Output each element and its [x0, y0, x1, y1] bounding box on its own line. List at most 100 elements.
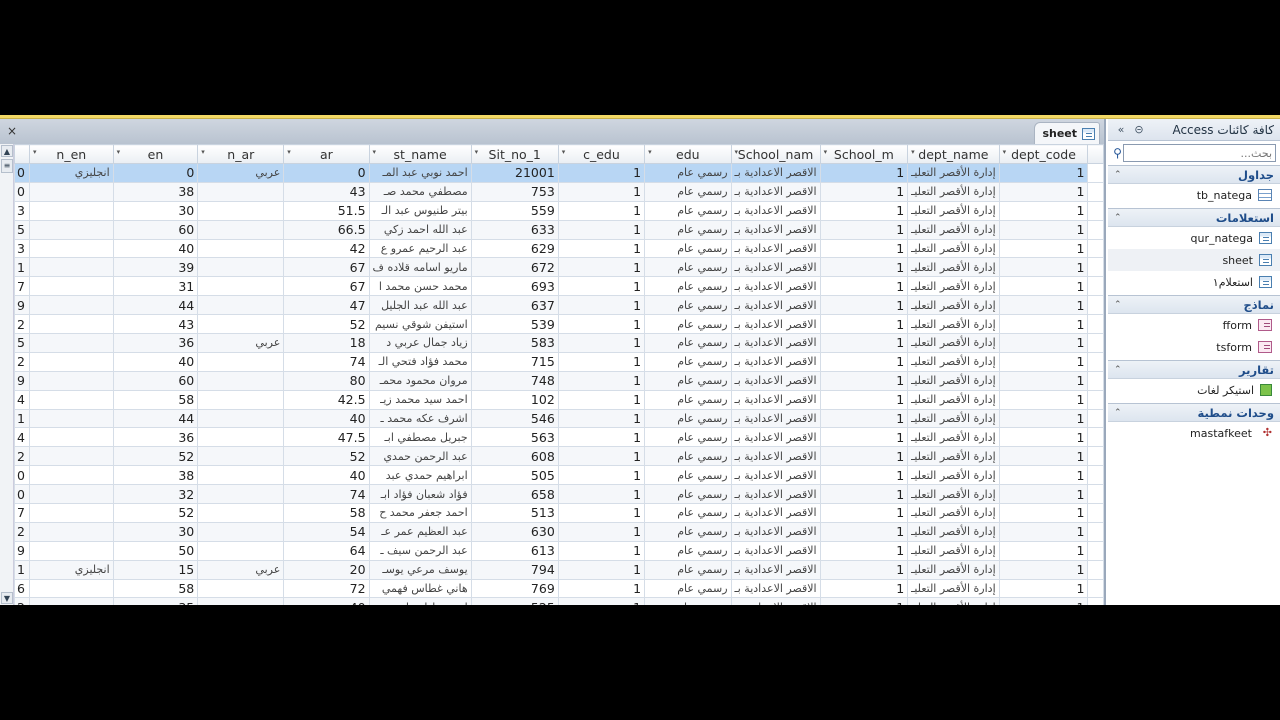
cell-School_m[interactable]: 1: [819, 238, 909, 259]
cell-School_nam[interactable]: الاقصر الاعدادية بـ: [730, 370, 821, 391]
cell-dept_code[interactable]: 1: [998, 427, 1089, 448]
cell-dept_name[interactable]: إدارة الأقصر التعليـ: [907, 446, 1000, 467]
table-row[interactable]: 9 44 47 عبد الله عبد الجليل 637 1 رسمي عام الاق…: [14, 295, 1104, 316]
cell-dept_name[interactable]: إدارة الأقصر التعليـ: [907, 408, 1000, 429]
table-row[interactable]: 2 30 54 عبد العظيم عمر عـ 630 1 رسمي عام الاقصر…: [14, 521, 1104, 542]
cell-School_nam[interactable]: الاقصر الاعدادية بـ: [730, 181, 821, 202]
nav-item[interactable]: استعلام١: [1108, 271, 1280, 293]
cell-Sit_no_1[interactable]: 559: [470, 200, 559, 221]
cell-edu[interactable]: رسمي عام: [644, 408, 732, 429]
cell-School_m[interactable]: 1: [819, 597, 909, 605]
cell-ar[interactable]: 54: [283, 521, 370, 542]
cell-st_name[interactable]: عبد الله احمد زكي: [368, 219, 472, 240]
cell-dept_name[interactable]: إدارة الأقصر التعليـ: [907, 389, 1000, 410]
cell-c_edu[interactable]: 1: [557, 314, 646, 335]
column-header-st_name[interactable]: ▾ st_name: [368, 144, 472, 164]
cell-n_en[interactable]: [28, 219, 114, 240]
cell-dept_name[interactable]: إدارة الأقصر التعليـ: [907, 559, 1000, 580]
cell-n_ar[interactable]: [197, 503, 285, 523]
cell-partial[interactable]: 1: [14, 408, 30, 429]
cell-dept_code[interactable]: 1: [998, 446, 1089, 467]
table-row[interactable]: 23540احمد عادل علي5251رسمي عامالاقصر الا…: [14, 597, 1104, 605]
cell-n_en[interactable]: [28, 465, 114, 486]
cell-Sit_no_1[interactable]: 693: [470, 276, 559, 297]
column-header-School_nam[interactable]: ▾ School_nam: [730, 144, 821, 164]
table-row[interactable]: 0 انجليزي 0 عربي 0 احمد نوبي عبد المـ 21001 1 رس…: [14, 163, 1104, 183]
table-row[interactable]: 9 60 80 مروان محمود محمـ 748 1 رسمي عام الاقصر …: [14, 370, 1104, 391]
table-row[interactable]: 5 36 عربي 18 زياد جمال عربي د 583 1 رسمي عام الا…: [14, 333, 1104, 353]
cell-School_m[interactable]: 1: [819, 351, 909, 372]
nav-menu-dropdown-icon[interactable]: ⊝: [1132, 123, 1146, 136]
column-header-n_ar[interactable]: ▾ n_ar: [197, 144, 285, 164]
cell-Sit_no_1[interactable]: 715: [470, 351, 559, 372]
table-row[interactable]: 0 38 43 مصطفي محمد صـ 753 1 رسمي عام الاقصر الا…: [14, 181, 1104, 202]
table-row[interactable]: 9 50 64 عبد الرحمن سيف ـ 613 1 رسمي عام الاقصر …: [14, 540, 1104, 561]
cell-en[interactable]: 39: [112, 257, 199, 278]
table-row[interactable]: 5 60 66.5 عبد الله احمد زكي 633 1 رسمي عام الاق…: [14, 219, 1104, 240]
cell-n_ar[interactable]: [197, 200, 285, 221]
cell-en[interactable]: 15: [112, 559, 199, 580]
cell-n_en[interactable]: [28, 257, 114, 278]
cell-partial[interactable]: 7: [14, 503, 30, 523]
cell-Sit_no_1[interactable]: 525: [470, 597, 559, 605]
column-header-ar[interactable]: ▾ ar: [283, 144, 370, 164]
cell-ar[interactable]: 64: [283, 540, 370, 561]
cell-n_ar[interactable]: [197, 578, 285, 599]
cell-en[interactable]: 58: [112, 389, 199, 410]
cell-c_edu[interactable]: 1: [557, 597, 646, 605]
cell-n_ar[interactable]: عربي: [197, 333, 285, 353]
cell-School_nam[interactable]: الاقصر الاعدادية بـ: [730, 446, 821, 467]
cell-n_ar[interactable]: [197, 314, 285, 335]
cell-st_name[interactable]: ابراهيم حمدي عبد: [368, 465, 472, 486]
cell-c_edu[interactable]: 1: [557, 578, 646, 599]
cell-n_ar[interactable]: [197, 257, 285, 278]
search-input[interactable]: [1123, 144, 1276, 162]
cell-c_edu[interactable]: 1: [557, 559, 646, 580]
cell-Sit_no_1[interactable]: 608: [470, 446, 559, 467]
close-document-button[interactable]: ×: [5, 124, 19, 138]
cell-School_m[interactable]: 1: [819, 163, 909, 183]
cell-partial[interactable]: 9: [14, 370, 30, 391]
cell-n_ar[interactable]: [197, 238, 285, 259]
cell-Sit_no_1[interactable]: 769: [470, 578, 559, 599]
cell-School_nam[interactable]: الاقصر الاعدادية بـ: [730, 200, 821, 221]
vertical-scrollbar[interactable]: ▲ ≡ ▼: [0, 144, 14, 605]
cell-en[interactable]: 60: [112, 370, 199, 391]
column-dropdown-icon[interactable]: ▾: [1003, 148, 1007, 156]
cell-edu[interactable]: رسمي عام: [644, 427, 732, 448]
cell-School_nam[interactable]: الاقصر الاعدادية بـ: [730, 314, 821, 335]
column-dropdown-icon[interactable]: ▾: [287, 148, 291, 156]
cell-en[interactable]: 50: [112, 540, 199, 561]
table-row[interactable]: 2 40 74 محمد فؤاد فتحي الـ 715 1 رسمي عام الاقص…: [14, 351, 1104, 372]
cell-st_name[interactable]: احمد سيد محمد زيـ: [368, 389, 472, 410]
cell-st_name[interactable]: بيتر طنيوس عبد الـ: [368, 200, 472, 221]
cell-n_en[interactable]: [28, 314, 114, 335]
cell-School_m[interactable]: 1: [819, 257, 909, 278]
cell-n_ar[interactable]: [197, 484, 285, 505]
cell-dept_name[interactable]: إدارة الأقصر التعليـ: [907, 295, 1000, 316]
cell-School_m[interactable]: 1: [819, 200, 909, 221]
cell-n_en[interactable]: [28, 408, 114, 429]
cell-partial[interactable]: 0: [14, 484, 30, 505]
cell-edu[interactable]: رسمي عام: [644, 295, 732, 316]
cell-st_name[interactable]: ماريو اسامه قلاده ف: [368, 257, 472, 278]
cell-partial[interactable]: 3: [14, 238, 30, 259]
cell-dept_code[interactable]: 1: [998, 200, 1089, 221]
cell-edu[interactable]: رسمي عام: [644, 540, 732, 561]
cell-School_nam[interactable]: الاقصر الاعدادية بـ: [730, 163, 821, 183]
cell-ar[interactable]: 42.5: [283, 389, 370, 410]
nav-item[interactable]: ✣ mastafkeet: [1108, 422, 1280, 444]
cell-dept_name[interactable]: إدارة الأقصر التعليـ: [907, 257, 1000, 278]
cell-c_edu[interactable]: 1: [557, 540, 646, 561]
cell-n_en[interactable]: [28, 238, 114, 259]
cell-dept_name[interactable]: إدارة الأقصر التعليـ: [907, 370, 1000, 391]
column-dropdown-icon[interactable]: ▾: [648, 148, 652, 156]
cell-n_ar[interactable]: [197, 597, 285, 605]
cell-en[interactable]: 36: [112, 333, 199, 353]
cell-en[interactable]: 32: [112, 484, 199, 505]
column-dropdown-icon[interactable]: ▾: [735, 148, 739, 156]
cell-c_edu[interactable]: 1: [557, 465, 646, 486]
column-header-School_m[interactable]: ▾ School_m: [819, 144, 909, 164]
cell-partial[interactable]: 2: [14, 446, 30, 467]
cell-n_ar[interactable]: [197, 521, 285, 542]
